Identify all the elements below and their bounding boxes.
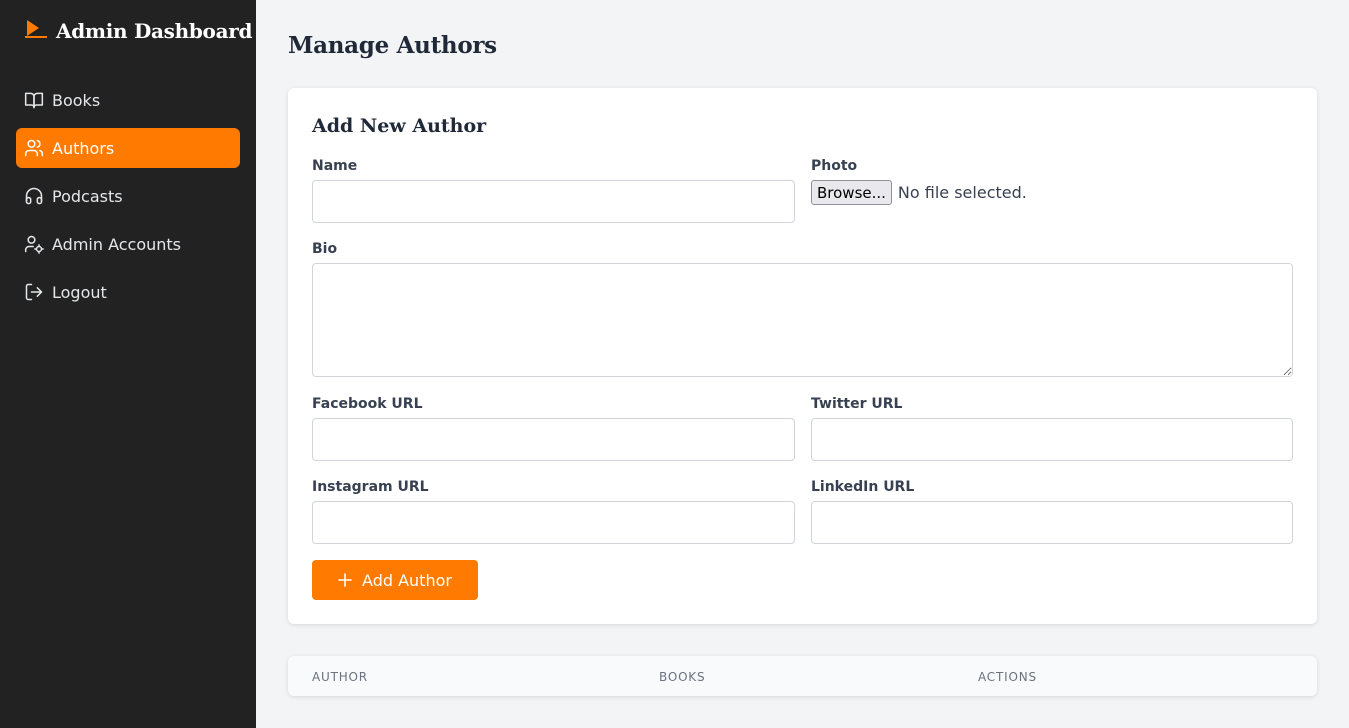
column-header-books[interactable]: BOOKS [659,670,705,684]
sidebar: Admin Dashboard Books Authors Podcasts A… [0,0,256,728]
twitter-url-label: Twitter URL [811,396,903,412]
sidebar-item-label: Logout [52,282,107,302]
library-logo [22,18,50,44]
column-header-actions: ACTIONS [978,670,1037,684]
sidebar-item-authors[interactable]: Authors [16,128,240,168]
book-icon [24,90,44,110]
browse-button[interactable]: Browse... [811,180,892,205]
photo-label: Photo [811,158,858,174]
facebook-url-input[interactable] [312,418,795,461]
twitter-url-input[interactable] [811,418,1293,461]
sidebar-item-label: Books [52,90,101,110]
bio-textarea[interactable] [312,263,1293,377]
sidebar-item-label: Admin Accounts [52,234,182,254]
add-author-label: Add Author [362,570,452,590]
linkedin-url-input[interactable] [811,501,1293,544]
headphones-icon [24,186,44,206]
sidebar-item-logout[interactable]: Logout [16,272,240,312]
brand[interactable]: Admin Dashboard [22,18,252,44]
instagram-url-label: Instagram URL [312,479,429,495]
facebook-url-label: Facebook URL [312,396,423,412]
sidebar-item-podcasts[interactable]: Podcasts [16,176,240,216]
column-header-author[interactable]: AUTHOR [312,670,368,684]
plus-icon [338,573,352,587]
linkedin-url-label: LinkedIn URL [811,479,915,495]
add-author-button[interactable]: Add Author [312,560,478,600]
sidebar-item-books[interactable]: Books [16,80,240,120]
user-cog-icon [24,234,44,254]
add-author-form: Add New Author Name Photo Browse... No f… [288,88,1317,624]
sidebar-nav: Books Authors Podcasts Admin Accounts Lo… [16,80,240,320]
authors-table: AUTHOR BOOKS ACTIONS [288,656,1317,696]
logout-icon [24,282,44,302]
sidebar-item-admin-accounts[interactable]: Admin Accounts [16,224,240,264]
instagram-url-input[interactable] [312,501,795,544]
brand-title: Admin Dashboard [56,19,253,43]
sidebar-item-label: Authors [52,138,115,158]
photo-file-input[interactable]: Browse... No file selected. [811,180,1027,205]
bio-label: Bio [312,241,338,257]
sidebar-item-label: Podcasts [52,186,123,206]
page-title: Manage Authors [288,32,497,59]
users-icon [24,138,44,158]
name-label: Name [312,158,358,174]
file-status-text: No file selected. [897,183,1027,202]
main-content: Manage Authors Add New Author Name Photo… [256,0,1349,728]
form-title: Add New Author [312,115,487,137]
name-input[interactable] [312,180,795,223]
